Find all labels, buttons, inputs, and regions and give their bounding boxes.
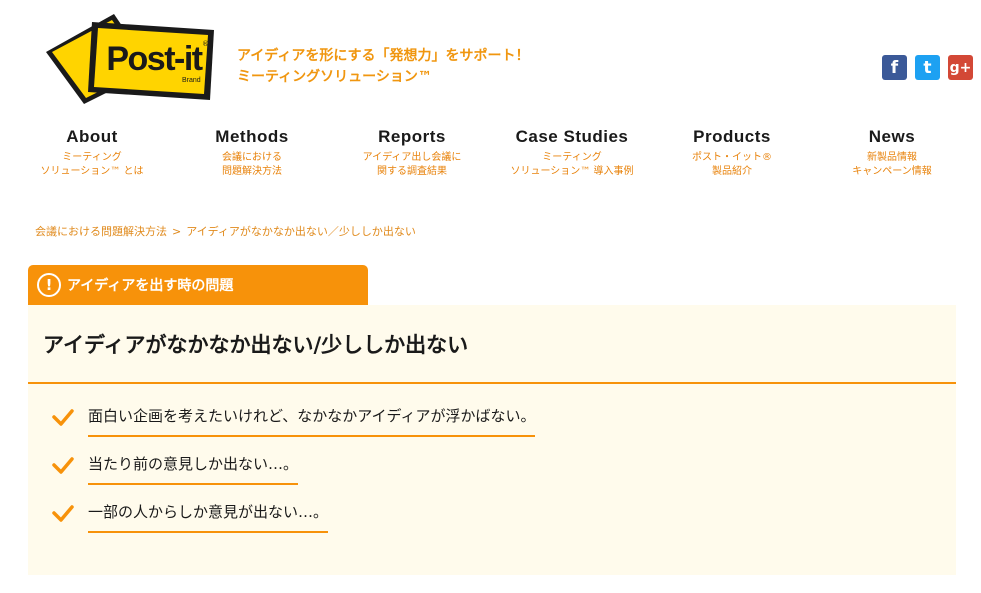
post-it-logo[interactable]: Post-it ® Brand	[44, 12, 216, 104]
nav-subtitle-line: キャンペーン情報	[852, 166, 932, 177]
site-tagline: アイディアを形にする「発想力」をサポート！ ミーティングソリューション™	[237, 46, 529, 88]
breadcrumb-separator: >	[172, 225, 182, 238]
nav-item-methods[interactable]: Methods 会議における 問題解決方法	[215, 126, 288, 179]
nav-subtitle-line: 新製品情報	[867, 152, 917, 163]
exclamation-circle-icon: !	[37, 273, 61, 297]
breadcrumb: 会議における問題解決方法 > アイディアがなかなか出ない／少ししか出ない	[35, 223, 416, 239]
logo-brand-label: Brand	[182, 77, 201, 84]
checkmark-icon	[52, 505, 74, 522]
list-item: 面白い企画を考えたいけれど、なかなかアイディアが浮かばない。	[51, 403, 536, 451]
nav-item-reports[interactable]: Reports アイディア出し会議に 関する調査結果	[363, 126, 462, 179]
problem-list: 面白い企画を考えたいけれど、なかなかアイディアが浮かばない。 当たり前の意見しか…	[51, 403, 536, 547]
nav-title: Reports	[378, 127, 446, 146]
nav-subtitle: ミーティング ソリューション™ とは	[41, 151, 144, 179]
list-item: 当たり前の意見しか出ない…。	[51, 451, 535, 499]
checkmark-icon	[52, 457, 74, 474]
nav-subtitle-line: ソリューション™ 導入事例	[510, 166, 634, 177]
main-nav: About ミーティング ソリューション™ とは Methods 会議における …	[0, 126, 981, 186]
nav-title: Methods	[215, 127, 289, 146]
nav-item-news[interactable]: News 新製品情報 キャンペーン情報	[852, 126, 932, 179]
social-links: f t g+	[882, 55, 973, 80]
google-plus-button[interactable]: g+	[948, 55, 973, 80]
nav-subtitle-line: 製品紹介	[712, 166, 752, 177]
list-item: 一部の人からしか意見が出ない…。	[51, 499, 535, 547]
list-item-text: 面白い企画を考えたいけれど、なかなかアイディアが浮かばない。	[88, 403, 536, 437]
title-divider	[28, 382, 956, 384]
facebook-icon: f	[890, 57, 899, 78]
twitter-button[interactable]: t	[915, 55, 940, 80]
nav-item-products[interactable]: Products ポスト・イット® 製品紹介	[692, 126, 772, 179]
nav-subtitle-line: ポスト・イット®	[692, 152, 772, 163]
breadcrumb-current: アイディアがなかなか出ない／少ししか出ない	[186, 225, 416, 238]
checkmark-icon	[52, 409, 74, 426]
twitter-icon: t	[923, 57, 932, 78]
section-tab: ! アイディアを出す時の問題	[28, 265, 368, 305]
nav-subtitle: 新製品情報 キャンペーン情報	[852, 151, 932, 179]
nav-title: News	[868, 127, 916, 146]
problem-panel: アイディアがなかなか出ない/少ししか出ない 面白い企画を考えたいけれど、なかなか…	[28, 305, 956, 575]
nav-subtitle-line: ミーティング	[542, 152, 602, 163]
logo-wordmark: Post-it	[106, 40, 202, 78]
facebook-button[interactable]: f	[882, 55, 907, 80]
list-item-text: 当たり前の意見しか出ない…。	[88, 451, 299, 485]
nav-subtitle-line: 関する調査結果	[377, 166, 447, 177]
nav-subtitle: 会議における 問題解決方法	[215, 151, 288, 179]
nav-subtitle: ミーティング ソリューション™ 導入事例	[511, 151, 634, 179]
nav-item-about[interactable]: About ミーティング ソリューション™ とは	[41, 126, 144, 179]
nav-title: Products	[693, 127, 771, 146]
nav-subtitle-line: ソリューション™ とは	[40, 166, 144, 177]
page-title: アイディアがなかなか出ない/少ししか出ない	[43, 333, 469, 357]
list-item-text: 一部の人からしか意見が出ない…。	[88, 499, 329, 533]
nav-subtitle-line: ミーティング	[62, 152, 122, 163]
logo-registered: ®	[202, 40, 209, 48]
nav-subtitle-line: 会議における	[221, 152, 282, 163]
section-tab-label: アイディアを出す時の問題	[67, 278, 234, 294]
nav-subtitle: アイディア出し会議に 関する調査結果	[363, 151, 462, 179]
nav-subtitle-line: アイディア出し会議に	[362, 152, 462, 163]
tagline-line-2: ミーティングソリューション™	[237, 69, 432, 85]
breadcrumb-link-methods[interactable]: 会議における問題解決方法	[35, 225, 167, 238]
nav-title: About	[66, 127, 118, 146]
nav-title: Case Studies	[515, 127, 629, 146]
tagline-line-1: アイディアを形にする「発想力」をサポート！	[237, 48, 530, 64]
nav-item-case-studies[interactable]: Case Studies ミーティング ソリューション™ 導入事例	[511, 126, 634, 179]
google-plus-icon: g+	[949, 59, 972, 76]
nav-subtitle: ポスト・イット® 製品紹介	[692, 151, 772, 179]
nav-subtitle-line: 問題解決方法	[221, 166, 282, 177]
